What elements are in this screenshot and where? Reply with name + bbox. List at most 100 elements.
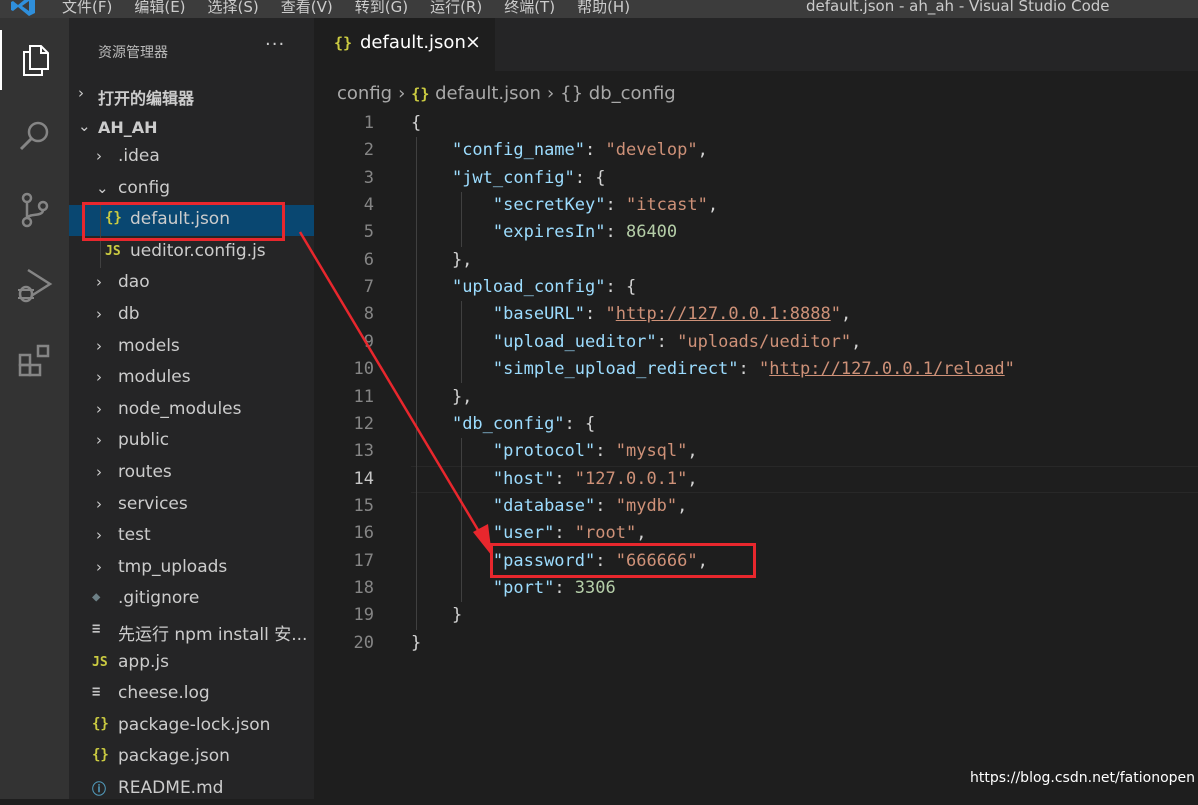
file-npm-install[interactable]: ≡ 先运行 npm install 安... xyxy=(69,616,314,647)
tree-item-label: package.json xyxy=(118,746,230,767)
chevron-right-icon: › xyxy=(96,557,102,576)
close-tab-icon[interactable]: × xyxy=(465,31,481,53)
code-line[interactable]: 4 "secretKey": "itcast", xyxy=(314,192,1198,219)
line-source: "host": "127.0.0.1", xyxy=(492,468,698,489)
source-control-activity-button[interactable] xyxy=(0,180,69,240)
chevron-right-icon: › xyxy=(78,84,84,102)
code-line[interactable]: 11 }, xyxy=(314,384,1198,411)
code-line[interactable]: 17 "password": "666666", xyxy=(314,548,1198,575)
code-line[interactable]: 9 "upload_ueditor": "uploads/ueditor", xyxy=(314,329,1198,356)
code-line[interactable]: 13 "protocol": "mysql", xyxy=(314,438,1198,465)
explorer-activity-button[interactable] xyxy=(0,30,69,90)
file-ueditor-config-js[interactable]: JS ueditor.config.js xyxy=(69,237,314,268)
folder-config[interactable]: ⌄ config xyxy=(69,174,314,205)
line-source: "db_config": { xyxy=(451,413,596,434)
line-source: }, xyxy=(411,249,473,270)
code-line[interactable]: 5 "expiresIn": 86400 xyxy=(314,219,1198,246)
code-line[interactable]: 20} xyxy=(314,630,1198,657)
code-line[interactable]: 18 "port": 3306 xyxy=(314,575,1198,602)
open-editors-section[interactable]: › 打开的编辑器 xyxy=(69,79,314,110)
code-line[interactable]: 12 "db_config": { xyxy=(314,411,1198,438)
code-line[interactable]: 6 }, xyxy=(314,247,1198,274)
folder-test[interactable]: › test xyxy=(69,521,314,552)
menu-file[interactable]: 文件(F) xyxy=(62,0,112,17)
tab-default-json[interactable]: {} default.json × xyxy=(314,18,495,71)
folder-dao[interactable]: › dao xyxy=(69,268,314,299)
tree-item-label: README.md xyxy=(118,778,224,798)
chevron-right-icon: › xyxy=(96,399,102,418)
extensions-activity-button[interactable] xyxy=(0,331,69,391)
folder-db[interactable]: › db xyxy=(69,300,314,331)
code-line[interactable]: 19 } xyxy=(314,602,1198,629)
code-line[interactable]: 3 "jwt_config": { xyxy=(314,165,1198,192)
breadcrumb-folder[interactable]: config xyxy=(337,83,392,104)
menu-terminal[interactable]: 终端(T) xyxy=(504,0,555,17)
line-number: 12 xyxy=(353,413,374,434)
code-line[interactable]: 16 "user": "root", xyxy=(314,520,1198,547)
breadcrumb-separator: › xyxy=(398,83,406,104)
line-number: 4 xyxy=(363,195,374,216)
breadcrumb-symbol[interactable]: db_config xyxy=(589,83,676,104)
chevron-down-icon: ⌄ xyxy=(96,178,109,197)
code-line[interactable]: 2 "config_name": "develop", xyxy=(314,137,1198,164)
line-number: 10 xyxy=(353,359,374,380)
folder-node-modules[interactable]: › node_modules xyxy=(69,395,314,426)
editor-area: {} default.json × config ›{} default.json… xyxy=(314,18,1198,799)
folder-models[interactable]: › models xyxy=(69,332,314,363)
folder-tmp-uploads[interactable]: › tmp_uploads xyxy=(69,553,314,584)
code-line[interactable]: 15 "database": "mydb", xyxy=(314,493,1198,520)
line-source: "expiresIn": 86400 xyxy=(492,222,678,243)
menu-view[interactable]: 查看(V) xyxy=(281,0,333,17)
file-package-json[interactable]: {} package.json xyxy=(69,742,314,773)
line-number: 13 xyxy=(353,441,374,462)
more-actions-button[interactable]: ··· xyxy=(265,34,285,55)
run-debug-activity-button[interactable] xyxy=(0,255,69,315)
tree-item-label: models xyxy=(118,335,180,356)
line-number: 8 xyxy=(363,304,374,325)
code-line[interactable]: 10 "simple_upload_redirect": "http://127… xyxy=(314,356,1198,383)
menu-selection[interactable]: 选择(S) xyxy=(208,0,259,17)
info-file-icon: ⓘ xyxy=(92,782,106,798)
folder-idea[interactable]: › .idea xyxy=(69,142,314,173)
search-activity-button[interactable] xyxy=(0,106,69,166)
watermark: https://blog.csdn.net/fationopen xyxy=(970,770,1196,786)
breadcrumb: config ›{} default.json ›{} db_config xyxy=(337,83,676,104)
menu-edit[interactable]: 编辑(E) xyxy=(134,0,185,17)
file-readme-md[interactable]: ⓘ README.md xyxy=(69,774,314,805)
breadcrumb-file[interactable]: default.json xyxy=(435,83,541,104)
line-number: 3 xyxy=(363,167,374,188)
file-cheese-log[interactable]: ≡ cheese.log xyxy=(69,679,314,710)
indent-guide xyxy=(461,438,462,603)
file-package-lock-json[interactable]: {} package-lock.json xyxy=(69,711,314,742)
menu-help[interactable]: 帮助(H) xyxy=(577,0,630,17)
menu-go[interactable]: 转到(G) xyxy=(355,0,408,17)
tree-item-label: .idea xyxy=(118,146,160,166)
menu-run[interactable]: 运行(R) xyxy=(430,0,482,17)
code-line[interactable]: 8 "baseURL": "http://127.0.0.1:8888", xyxy=(314,301,1198,328)
chevron-right-icon: › xyxy=(96,336,102,355)
folder-public[interactable]: › public xyxy=(69,426,314,457)
explorer-title: 资源管理器 xyxy=(98,45,168,61)
text-file-icon: ≡ xyxy=(92,684,101,701)
breadcrumb-separator: › xyxy=(546,83,555,104)
workspace-root[interactable]: ⌄ AH_AH xyxy=(69,112,314,143)
code-line[interactable]: 1{ xyxy=(314,110,1198,137)
tree-item-label: test xyxy=(118,525,151,546)
git-file-icon: ◆ xyxy=(92,589,101,606)
indent-guide xyxy=(416,137,417,630)
file-gitignore[interactable]: ◆ .gitignore xyxy=(69,584,314,615)
tree-item-label: app.js xyxy=(118,651,169,672)
open-editors-label: 打开的编辑器 xyxy=(98,89,195,108)
folder-services[interactable]: › services xyxy=(69,490,314,521)
tree-item-label: services xyxy=(118,493,188,514)
line-source: "protocol": "mysql", xyxy=(492,441,698,462)
indent-guide xyxy=(461,192,462,247)
folder-routes[interactable]: › routes xyxy=(69,458,314,489)
chevron-right-icon: › xyxy=(96,273,102,292)
code-line[interactable]: 7 "upload_config": { xyxy=(314,274,1198,301)
file-app-js[interactable]: JS app.js xyxy=(69,648,314,679)
folder-modules[interactable]: › modules xyxy=(69,363,314,394)
line-source: "jwt_config": { xyxy=(451,167,606,188)
code-line[interactable]: 14 "host": "127.0.0.1", xyxy=(314,465,1198,493)
line-source: } xyxy=(411,605,463,626)
